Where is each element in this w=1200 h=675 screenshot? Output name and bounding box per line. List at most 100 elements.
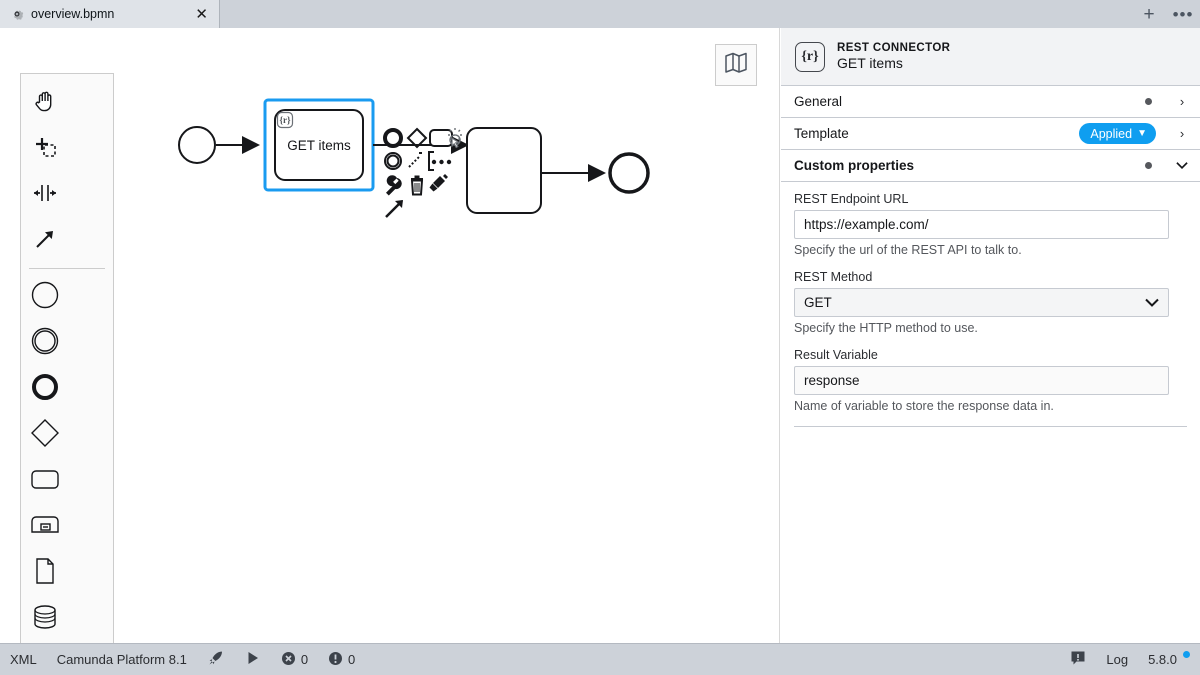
log-label: Log (1106, 652, 1128, 667)
palette-item-task[interactable] (21, 458, 68, 504)
palette-item-subprocess[interactable] (21, 504, 68, 550)
field-result-variable: Result Variable Name of variable to stor… (794, 348, 1187, 413)
context-pad-change-type[interactable] (386, 175, 402, 195)
double-circle-inner (388, 156, 399, 167)
palette-divider (29, 268, 105, 269)
context-pad-append-task[interactable] (430, 130, 452, 146)
tab-bar-spacer (220, 0, 1132, 28)
tab-bar: overview.bpmn ✕ + ••• (0, 0, 1200, 28)
palette-item-hand-tool[interactable] (21, 80, 68, 126)
ellipsis-icon: ••• (1173, 6, 1194, 23)
tab-bar-more-button[interactable]: ••• (1166, 0, 1200, 28)
map-icon (724, 51, 748, 80)
platform-label: Camunda Platform 8.1 (57, 652, 187, 667)
context-pad-more-options[interactable] (432, 160, 451, 164)
notification-icon (1070, 650, 1086, 669)
end-event-shape[interactable] (610, 154, 648, 192)
hand-icon (32, 88, 58, 119)
chevron-right-icon: › (1176, 94, 1188, 109)
status-xml-button[interactable]: XML (0, 644, 47, 675)
context-pad[interactable] (385, 128, 462, 217)
result-variable-input[interactable] (794, 366, 1169, 395)
circle-icon (30, 280, 60, 315)
minimap-toggle-button[interactable] (715, 44, 757, 86)
chevron-right-icon: › (1176, 126, 1188, 141)
palette-item-space-tool[interactable] (21, 172, 68, 218)
group-title-general: General (794, 94, 1137, 109)
field-hint-rest-method: Specify the HTTP method to use. (794, 321, 1187, 335)
database-icon (30, 602, 60, 637)
properties-header: {r} REST CONNECTOR GET items (781, 28, 1200, 86)
run-button[interactable] (235, 644, 271, 675)
tab-overview-bpmn[interactable]: overview.bpmn ✕ (0, 0, 220, 28)
error-icon (281, 651, 296, 669)
palette-item-global-connect[interactable] (21, 218, 68, 264)
context-pad-delete-element[interactable] (411, 176, 423, 195)
status-platform-button[interactable]: Camunda Platform 8.1 (47, 644, 197, 675)
xml-label: XML (10, 652, 37, 667)
log-button[interactable]: Log (1096, 644, 1138, 675)
diamond-icon (30, 418, 60, 453)
element-type-label: REST CONNECTOR (837, 41, 950, 55)
version-update-dot (1183, 651, 1190, 658)
field-hint-result-variable: Name of variable to store the response d… (794, 399, 1187, 413)
version-button[interactable]: 5.8.0 (1138, 644, 1200, 675)
palette-item-end-event[interactable] (21, 366, 68, 412)
palette-item-gateway[interactable] (21, 412, 68, 458)
subprocess-icon (30, 510, 60, 545)
properties-group-general[interactable]: General › (781, 86, 1200, 118)
gear-icon (10, 7, 24, 21)
close-icon[interactable]: ✕ (192, 7, 211, 22)
properties-header-text: REST CONNECTOR GET items (837, 41, 950, 72)
rest-connector-icon: {r} (795, 42, 825, 72)
version-label: 5.8.0 (1148, 652, 1177, 667)
rounded-rect-icon (30, 464, 60, 499)
element-name-label: GET items (837, 55, 950, 72)
warning-icon (328, 651, 343, 669)
field-rest-method: REST Method GET Specify the HTTP method … (794, 270, 1187, 335)
palette-elements-group (21, 274, 113, 643)
double-circle-icon (30, 326, 60, 361)
error-indicator[interactable]: 0 (271, 644, 318, 675)
group-title-custom-properties: Custom properties (794, 158, 1137, 173)
warning-indicator[interactable]: 0 (318, 644, 365, 675)
template-applied-badge[interactable]: Applied ▼ (1079, 123, 1156, 144)
group-status-dot (1145, 98, 1152, 105)
warning-count: 0 (348, 652, 355, 667)
app-window: overview.bpmn ✕ + ••• {r} (0, 0, 1200, 675)
context-pad-connect[interactable] (386, 200, 403, 217)
palette-item-start-event[interactable] (21, 274, 68, 320)
task-get-items-label: GET items (287, 138, 351, 153)
palette-item-data-object[interactable] (21, 550, 68, 596)
field-label-rest-endpoint-url: REST Endpoint URL (794, 192, 1187, 206)
rest-method-select[interactable]: GET (794, 288, 1169, 317)
palette-item-data-store[interactable] (21, 596, 68, 642)
deploy-button[interactable] (197, 644, 235, 675)
notification-button[interactable] (1060, 644, 1096, 675)
play-icon (245, 650, 261, 669)
properties-group-template[interactable]: Template Applied ▼ › (781, 118, 1200, 150)
task-unnamed-shape[interactable] (467, 128, 541, 213)
field-rest-endpoint-url: REST Endpoint URL Specify the url of the… (794, 192, 1187, 257)
context-pad-append-end-event[interactable] (385, 130, 401, 146)
document-icon (30, 556, 60, 591)
context-pad-set-color[interactable] (430, 174, 449, 192)
chevron-down-icon (1176, 161, 1188, 170)
bpmn-canvas[interactable]: {r} GET items (0, 28, 780, 643)
properties-group-custom-properties[interactable]: Custom properties (781, 150, 1200, 182)
plus-icon: + (1143, 5, 1154, 24)
field-label-result-variable: Result Variable (794, 348, 1187, 362)
bpmn-palette[interactable]: ••• (20, 73, 114, 643)
group-end-divider (794, 426, 1187, 427)
lasso-select-icon (32, 134, 58, 165)
new-tab-button[interactable]: + (1132, 0, 1166, 28)
palette-item-intermediate-event[interactable] (21, 320, 68, 366)
field-label-rest-method: REST Method (794, 270, 1187, 284)
context-pad-append-connection[interactable] (409, 156, 420, 167)
arrow-connect-icon (32, 226, 58, 257)
palette-item-lasso-tool[interactable] (21, 126, 68, 172)
rest-endpoint-url-input[interactable] (794, 210, 1169, 239)
start-event-shape[interactable] (179, 127, 215, 163)
bpmn-diagram[interactable]: {r} GET items (0, 28, 780, 643)
error-count: 0 (301, 652, 308, 667)
